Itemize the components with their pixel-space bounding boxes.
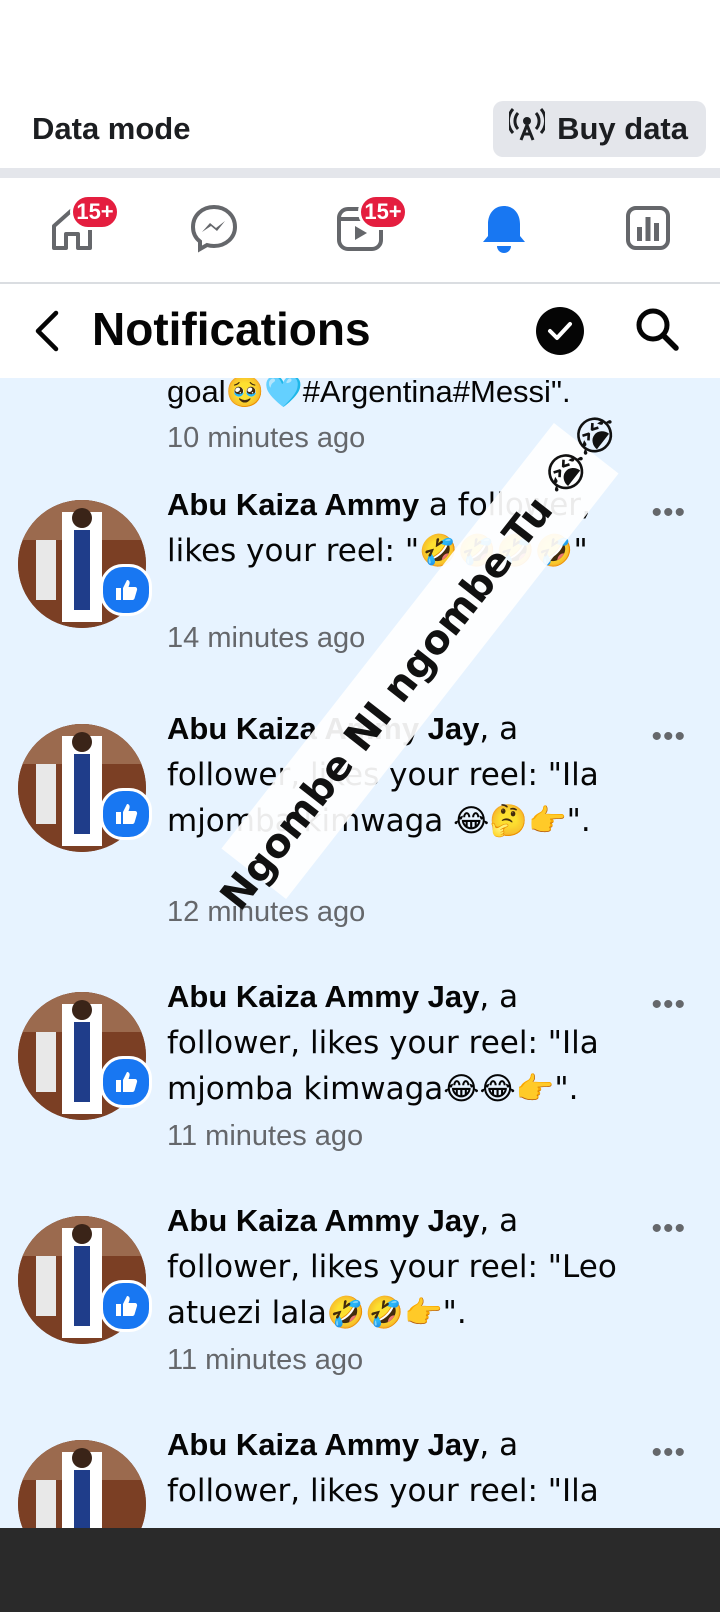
tab-video[interactable]: 15+ — [330, 194, 408, 260]
tab-bar: 15+ 15+ — [0, 178, 720, 284]
notification-time: 11 minutes ago — [167, 1344, 364, 1376]
more-options-icon[interactable]: ••• — [651, 988, 686, 1022]
notification-text: Abu Kaiza Ammy Jay, a follower, likes yo… — [167, 1198, 637, 1336]
notification-text: Abu Kaiza Ammy Jay, a follower, likes yo… — [167, 974, 637, 1112]
bell-icon — [480, 202, 528, 259]
tab-dashboard[interactable] — [618, 200, 678, 260]
buy-data-button[interactable]: Buy data — [493, 101, 706, 157]
notification-item[interactable]: Abu Kaiza Ammy Jay, a follower, likes yo… — [0, 1198, 720, 1422]
notification-time: 14 minutes ago — [167, 622, 366, 654]
avatar — [18, 1440, 146, 1528]
notification-item[interactable]: Abu Kaiza Ammy Jay, a follower, likes yo… — [0, 1422, 720, 1528]
notification-author: Abu Kaiza Ammy Jay — [167, 1427, 480, 1462]
notification-time: 11 minutes ago — [167, 1120, 364, 1152]
notification-author: Abu Kaiza Ammy — [167, 487, 420, 522]
notifications-header: Notifications — [0, 284, 720, 378]
video-badge: 15+ — [358, 194, 408, 230]
more-options-icon[interactable]: ••• — [651, 720, 686, 754]
system-navigation-bar — [0, 1528, 720, 1612]
notification-text: Abu Kaiza Ammy Jay, a follower, likes yo… — [167, 1422, 637, 1514]
search-icon — [636, 308, 679, 351]
tab-messenger[interactable] — [184, 200, 244, 260]
like-badge-icon — [100, 1056, 152, 1108]
more-options-icon[interactable]: ••• — [651, 496, 686, 530]
home-badge: 15+ — [70, 194, 120, 230]
page-title: Notifications — [92, 303, 371, 355]
messenger-icon — [189, 203, 239, 258]
notification-item[interactable]: Abu Kaiza Ammy Jay, a follower, likes yo… — [0, 974, 720, 1198]
back-arrow-icon[interactable] — [30, 309, 64, 358]
like-badge-icon — [100, 788, 152, 840]
dashboard-icon — [625, 205, 671, 256]
notification-partial-text: goal🥹🩵#Argentina#Messi". — [167, 378, 571, 409]
search-button[interactable] — [634, 306, 680, 357]
notification-partial-time: 10 minutes ago — [167, 422, 366, 454]
more-options-icon[interactable]: ••• — [651, 1436, 686, 1470]
notification-time: 12 minutes ago — [167, 896, 366, 928]
notifications-feed[interactable]: goal🥹🩵#Argentina#Messi". 10 minutes ago … — [0, 378, 720, 1528]
more-options-icon[interactable]: ••• — [651, 1212, 686, 1246]
data-mode-bar: Data mode Buy data — [0, 92, 720, 166]
like-badge-icon — [100, 564, 152, 616]
status-bar-space — [0, 0, 720, 92]
checkmark-icon — [548, 322, 572, 340]
data-mode-label: Data mode — [32, 111, 191, 146]
notification-author: Abu Kaiza Ammy Jay — [167, 979, 480, 1014]
like-badge-icon — [100, 1280, 152, 1332]
buy-data-label: Buy data — [557, 111, 688, 146]
tab-home[interactable]: 15+ — [42, 194, 120, 260]
broadcast-icon — [507, 107, 548, 151]
separator — [0, 168, 720, 178]
notification-author: Abu Kaiza Ammy Jay — [167, 1203, 480, 1238]
tab-notifications[interactable] — [474, 200, 534, 260]
mark-all-read-button[interactable] — [536, 307, 584, 355]
